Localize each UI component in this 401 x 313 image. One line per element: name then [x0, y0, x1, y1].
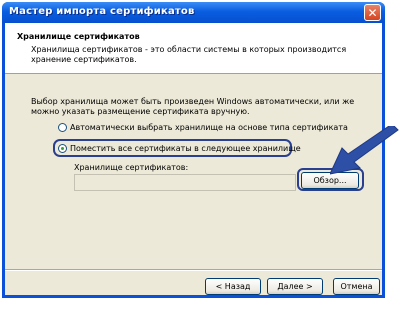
radio-manual-select[interactable]: Поместить все сертификаты в следующее хр… — [58, 142, 301, 154]
window-title: Мастер импорта сертификатов — [9, 6, 195, 17]
radio-auto-select-indicator[interactable] — [58, 122, 67, 132]
back-button[interactable]: < Назад — [205, 278, 261, 295]
store-field-label: Хранилище сертификатов: — [74, 163, 189, 172]
arrow-pointer-icon — [330, 126, 399, 175]
close-icon: ✕ — [367, 6, 378, 20]
close-button[interactable]: ✕ — [364, 4, 381, 21]
intro-text: Выбор хранилища может быть произведен Wi… — [31, 97, 355, 116]
radio-auto-select-label[interactable]: Автоматически выбрать хранилище на основ… — [70, 123, 348, 132]
import-wizard-window: Мастер импорта сертификатов ✕ Хранилище … — [2, 2, 385, 298]
footer-divider — [5, 269, 382, 271]
wizard-header: Хранилище сертификатов Хранилища сертифи… — [5, 23, 382, 74]
radio-manual-select-indicator[interactable] — [58, 143, 67, 153]
cancel-button[interactable]: Отмена — [333, 278, 380, 295]
wizard-client-area: Хранилище сертификатов Хранилища сертифи… — [5, 23, 382, 295]
next-button[interactable]: Далее > — [267, 278, 323, 295]
page-description: Хранилища сертификатов - это области сис… — [31, 45, 347, 64]
title-bar[interactable]: Мастер импорта сертификатов ✕ — [2, 2, 385, 23]
store-field[interactable] — [74, 174, 296, 191]
radio-auto-select[interactable]: Автоматически выбрать хранилище на основ… — [58, 121, 348, 133]
radio-manual-select-label[interactable]: Поместить все сертификаты в следующее хр… — [70, 144, 301, 153]
page-title: Хранилище сертификатов — [17, 32, 140, 41]
